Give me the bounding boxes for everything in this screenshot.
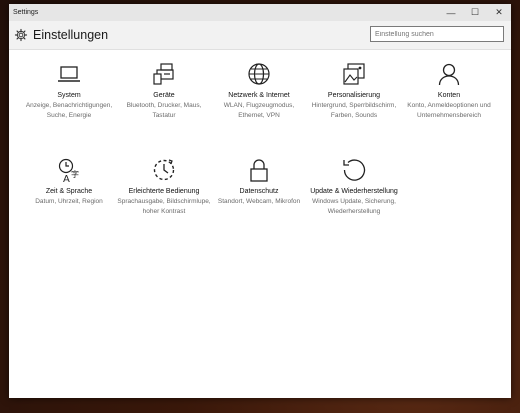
tile-name: System [57,92,81,99]
tile-name: Update & Wiederherstellung [310,188,398,195]
tile-system[interactable]: System Anzeige, Benachrichtigungen, Such… [21,61,117,120]
tile-description: Datum, Uhrzeit, Region [35,198,103,205]
gear-icon [14,28,28,42]
tile-description: Hintergrund, Sperrbildschirm, Farben, So… [311,102,397,119]
lock-icon [250,159,268,182]
svg-text:字: 字 [71,169,79,179]
tile-name: Personalisierung [327,92,381,99]
window-title: Settings [13,9,39,16]
search-input[interactable] [370,26,504,42]
page-title: Einstellungen [33,28,109,42]
tile-description: Sprachausgabe, Bildschirmlupe, hoher Kon… [117,198,211,215]
tile-time-language[interactable]: A 字 Zeit & Sprache Datum, Uhrzeit, Regio… [21,157,117,207]
tile-description: Standort, Webcam, Mikrofon [217,198,301,205]
tile-accounts[interactable]: Konten Konto, Anmeldeoptionen und Untern… [401,61,497,120]
tile-description: Bluetooth, Drucker, Maus, Tastatur [126,102,202,119]
person-icon [438,63,460,86]
tile-description: WLAN, Flugzeugmodus, Ethernet, VPN [223,102,295,119]
ease-of-access-icon [153,159,175,181]
close-button[interactable]: ✕ [487,4,511,21]
tile-name: Erleichterte Bedienung [128,188,200,195]
time-language-icon: A 字 [58,158,79,183]
tile-privacy[interactable]: Datenschutz Standort, Webcam, Mikrofon [211,157,307,207]
tile-update-recovery[interactable]: Update & Wiederherstellung Windows Updat… [306,157,402,216]
tile-name: Konten [437,92,461,99]
title-bar[interactable]: Settings — ☐ ✕ [9,4,511,21]
personalization-icon [343,63,365,85]
maximize-button[interactable]: ☐ [463,4,487,21]
devices-icon [153,63,174,85]
tile-name: Zeit & Sprache [45,188,93,195]
tile-description: Anzeige, Benachrichtigungen, Suche, Ener… [25,102,113,119]
tile-network[interactable]: Netzwerk & Internet WLAN, Flugzeugmodus,… [211,61,307,120]
tile-name: Geräte [153,92,175,99]
tile-devices[interactable]: Geräte Bluetooth, Drucker, Maus, Tastatu… [116,61,212,120]
laptop-icon [58,66,80,82]
update-icon [343,159,366,181]
tile-description: Windows Update, Sicherung, Wiederherstel… [312,198,396,215]
tile-personalization[interactable]: Personalisierung Hintergrund, Sperrbilds… [306,61,402,120]
tile-name: Netzwerk & Internet [228,92,290,99]
globe-icon [248,63,270,85]
tile-ease-of-access[interactable]: Erleichterte Bedienung Sprachausgabe, Bi… [116,157,212,216]
tile-description: Konto, Anmeldeoptionen und Unternehmensb… [407,102,491,119]
app-header: Einstellungen [9,21,511,50]
svg-text:A: A [63,174,70,183]
minimize-button[interactable]: — [439,4,463,21]
settings-window: Settings — ☐ ✕ Einstellungen System Anze… [9,4,511,398]
tile-name: Datenschutz [239,188,279,195]
